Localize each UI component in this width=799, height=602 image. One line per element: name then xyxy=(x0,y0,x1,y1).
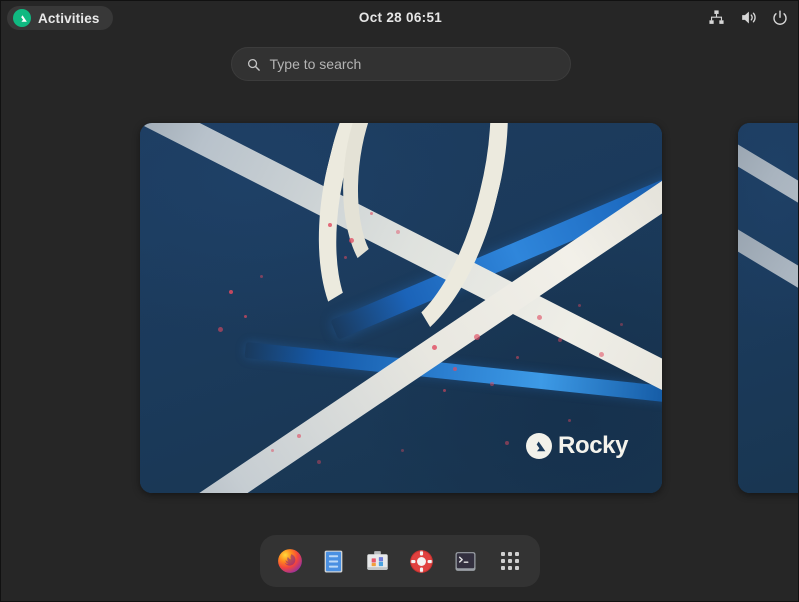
wallpaper-brand: Rocky xyxy=(526,432,628,460)
power-icon[interactable] xyxy=(770,8,790,28)
wallpaper-brand-text: Rocky xyxy=(558,432,628,460)
search-container: Type to search xyxy=(1,47,799,81)
search-placeholder: Type to search xyxy=(270,56,362,72)
search-input[interactable]: Type to search xyxy=(231,47,571,81)
lifering-help-icon xyxy=(409,549,434,574)
activities-label: Activities xyxy=(38,11,100,26)
particle-cluster-2 xyxy=(738,123,799,493)
search-icon xyxy=(246,57,261,72)
dock-item-terminal[interactable] xyxy=(449,544,483,578)
terminal-icon xyxy=(453,549,478,574)
firefox-icon xyxy=(277,548,303,574)
workspace-thumbnail-1[interactable]: Rocky xyxy=(140,123,662,493)
dock-item-show-apps[interactable] xyxy=(493,544,527,578)
software-briefcase-icon xyxy=(365,549,390,574)
app-grid-icon xyxy=(501,552,519,570)
dock-item-text-editor[interactable] xyxy=(317,544,351,578)
rocky-logo-icon xyxy=(13,9,31,27)
wallpaper-2 xyxy=(738,123,799,493)
gnome-activities-overview: Activities Oct 28 06:51 xyxy=(0,0,799,602)
status-area[interactable] xyxy=(706,1,790,34)
top-bar: Activities Oct 28 06:51 xyxy=(1,1,799,34)
wallpaper-1: Rocky xyxy=(140,123,662,493)
volume-icon[interactable] xyxy=(738,8,758,28)
clock[interactable]: Oct 28 06:51 xyxy=(1,1,799,34)
workspace-strip: Rocky xyxy=(1,123,799,493)
activities-button[interactable]: Activities xyxy=(7,6,113,30)
dock-item-firefox[interactable] xyxy=(273,544,307,578)
text-editor-icon xyxy=(321,549,346,574)
dock-item-software[interactable] xyxy=(361,544,395,578)
rocky-mountain-icon xyxy=(526,433,552,459)
dash-dock xyxy=(260,535,540,587)
dock-item-help[interactable] xyxy=(405,544,439,578)
network-wired-icon[interactable] xyxy=(706,8,726,28)
workspace-thumbnail-2[interactable] xyxy=(738,123,799,493)
